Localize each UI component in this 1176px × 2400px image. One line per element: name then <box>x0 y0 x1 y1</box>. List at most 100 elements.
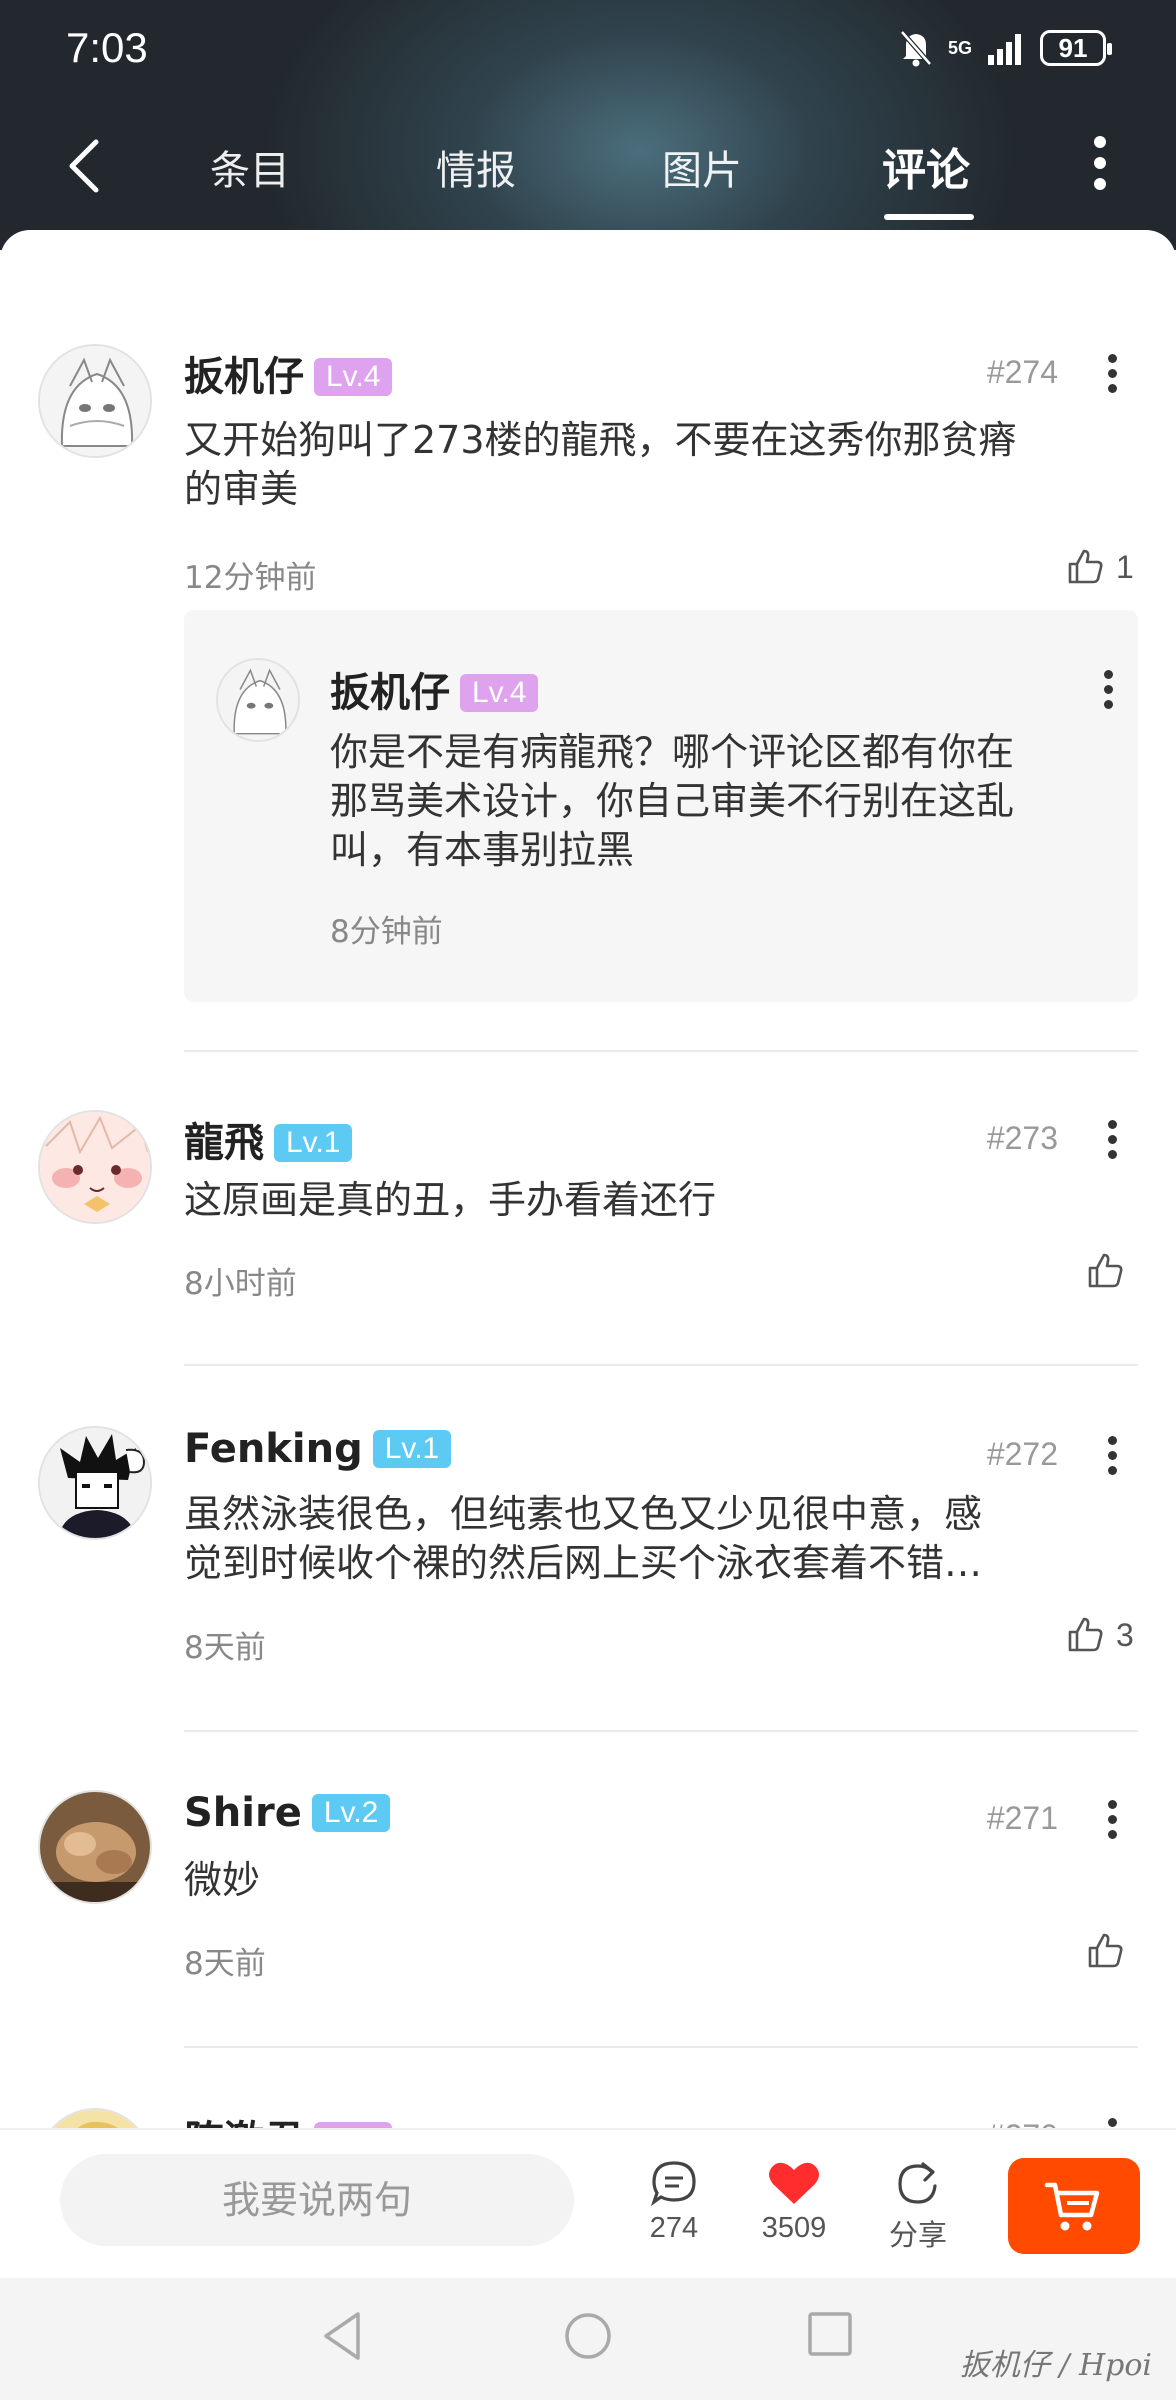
battery-indicator: 91 <box>1040 30 1112 66</box>
comment-username[interactable]: 扳机仔 Lv.4 <box>184 344 393 402</box>
favorite-count: 3509 <box>761 2212 827 2244</box>
cart-button[interactable] <box>1008 2158 1140 2254</box>
comment-more-button[interactable] <box>1104 1120 1120 1164</box>
username-text: 龍飛 <box>184 1120 264 1166</box>
cart-icon <box>1044 2182 1100 2231</box>
comment-text: 虽然泳装很色，但纯素也又色又少见很中意，感 觉到时候收个裸的然后网上买个泳衣套着… <box>184 1490 1114 1588</box>
avatar[interactable] <box>38 344 152 458</box>
comment-count-button[interactable]: 274 <box>624 2158 724 2245</box>
comment-text-line: 的审美 <box>184 467 299 511</box>
more-vertical-icon <box>1094 136 1106 148</box>
comment-username[interactable]: Fenking Lv.1 <box>184 1426 452 1472</box>
comment-username[interactable]: 阵激君Lv.4 <box>184 2108 393 2130</box>
reply-text-line: 那骂美术设计，你自己审美不行别在这乱 <box>330 779 1015 823</box>
watermark: 扳机仔 / Hpoi <box>959 2348 1152 2383</box>
avatar[interactable] <box>38 1790 152 1904</box>
reply-username[interactable]: 扳机仔 Lv.4 <box>330 660 539 718</box>
reply-text-line: 叫，有本事别拉黑 <box>330 828 635 872</box>
comment-username[interactable]: 龍飛 Lv.1 <box>184 1110 353 1168</box>
comment-text-line: 又开始狗叫了273楼的龍飛，不要在这秀你那贫瘠 <box>184 418 1017 462</box>
level-badge: Lv.1 <box>274 1124 353 1162</box>
reply-text-line: 你是不是有病龍飛？哪个评论区都有你在 <box>330 730 1015 774</box>
tab-entry[interactable]: 条目 <box>210 138 290 196</box>
username-text: Fenking <box>184 1426 363 1472</box>
reply-text: 你是不是有病龍飛？哪个评论区都有你在 那骂美术设计，你自己审美不行别在这乱 叫，… <box>330 728 1110 875</box>
status-bar: 7:03 5G 91 <box>0 0 1176 100</box>
floor-number: #272 <box>986 1436 1058 1472</box>
like-count: 3 <box>1116 1616 1134 1653</box>
share-label: 分享 <box>888 2220 947 2252</box>
comment-list: 扳机仔 Lv.4 #274 又开始狗叫了273楼的龍飛，不要在这秀你那贫瘠 的审美… <box>0 230 1176 2130</box>
comment-bubble-icon <box>650 2161 696 2207</box>
thumbs-up-icon <box>1068 1617 1103 1652</box>
like-button[interactable]: 1 <box>1066 548 1134 586</box>
comment-text-line: 虽然泳装很色，但纯素也又色又少见很中意，感 <box>184 1492 983 1536</box>
avatar[interactable] <box>38 2108 152 2130</box>
divider <box>184 1730 1138 1732</box>
comment-input[interactable]: 我要说两句 <box>60 2154 574 2246</box>
username-text: 扳机仔 <box>184 354 304 400</box>
reply-more-button[interactable] <box>1100 670 1116 714</box>
reply-avatar[interactable] <box>216 658 300 742</box>
comment-time: 12分钟前 <box>184 560 317 596</box>
status-icons: 5G 91 <box>898 28 1112 68</box>
comment-count: 274 <box>649 2212 699 2244</box>
like-count: 1 <box>1116 548 1134 585</box>
reply-time: 8分钟前 <box>330 914 443 950</box>
comment-text-line: 微妙 <box>184 1858 261 1902</box>
favorite-button[interactable]: 3509 <box>744 2158 844 2245</box>
network-label: 5G <box>947 37 972 58</box>
comment-more-button[interactable] <box>1104 1800 1120 1844</box>
heart-icon <box>769 2162 819 2204</box>
app-header: 7:03 5G 91 条目 情报 图片 评论 <box>0 0 1176 250</box>
signal-icon <box>988 34 1021 65</box>
like-button[interactable]: 3 <box>1066 1616 1134 1654</box>
like-button[interactable] <box>1086 1252 1136 1290</box>
level-badge: Lv.4 <box>460 674 539 712</box>
tab-news[interactable]: 情报 <box>436 138 516 196</box>
back-arrow-icon <box>69 139 99 193</box>
level-badge: Lv.2 <box>311 1794 391 1832</box>
more-menu-button[interactable] <box>1080 130 1120 200</box>
comment-text: 微妙 <box>184 1856 1114 1905</box>
tab-comments[interactable]: 评论 <box>882 134 970 198</box>
comment-more-button[interactable] <box>1104 354 1120 398</box>
divider <box>184 1364 1138 1366</box>
comment-text: 又开始狗叫了273楼的龍飛，不要在这秀你那贫瘠 的审美 <box>184 416 1114 514</box>
mute-bell-icon <box>900 30 932 67</box>
divider <box>184 1050 1138 1052</box>
level-badge: Lv.4 <box>314 358 393 396</box>
comment-more-button[interactable] <box>1104 1436 1120 1480</box>
comment-time: 8天前 <box>184 1946 266 1982</box>
nav-back-icon[interactable] <box>318 2308 366 2364</box>
thumbs-up-icon <box>1088 1933 1123 1968</box>
floor-number: #274 <box>986 354 1058 390</box>
avatar[interactable] <box>38 1426 152 1540</box>
level-badge: Lv.1 <box>372 1430 452 1468</box>
thumbs-up-icon <box>1088 1253 1123 1288</box>
system-nav-bar: 扳机仔 / Hpoi <box>0 2278 1176 2400</box>
divider <box>184 2046 1138 2048</box>
thumbs-up-icon <box>1068 549 1103 584</box>
username-text: 扳机仔 <box>330 670 450 716</box>
reply-box: 扳机仔 Lv.4 你是不是有病龍飛？哪个评论区都有你在 那骂美术设计，你自己审美不… <box>184 610 1138 1002</box>
username-text: Shire <box>184 1790 302 1836</box>
nav-recents-icon[interactable] <box>806 2310 854 2358</box>
comment-text: 这原画是真的丑，手办看着还行 <box>184 1176 1114 1225</box>
nav-home-icon[interactable] <box>562 2310 614 2362</box>
floor-number: #273 <box>986 1120 1058 1156</box>
status-time: 7:03 <box>66 24 148 71</box>
like-button[interactable] <box>1086 1932 1136 1970</box>
back-button[interactable] <box>56 130 116 200</box>
share-icon <box>898 2162 937 2204</box>
comment-text-line: 觉到时候收个裸的然后网上买个泳衣套着不错… <box>184 1541 983 1585</box>
comment-time: 8小时前 <box>184 1266 297 1302</box>
avatar[interactable] <box>38 1110 152 1224</box>
share-button[interactable]: 分享 <box>868 2158 968 2254</box>
tab-images[interactable]: 图片 <box>662 138 742 196</box>
nav-bar: 条目 情报 图片 评论 <box>0 100 1176 230</box>
comment-username[interactable]: Shire Lv.2 <box>184 1790 391 1836</box>
tab-active-indicator <box>884 214 974 220</box>
floor-number: #271 <box>986 1800 1058 1836</box>
comment-text-line: 这原画是真的丑，手办看着还行 <box>184 1178 717 1222</box>
